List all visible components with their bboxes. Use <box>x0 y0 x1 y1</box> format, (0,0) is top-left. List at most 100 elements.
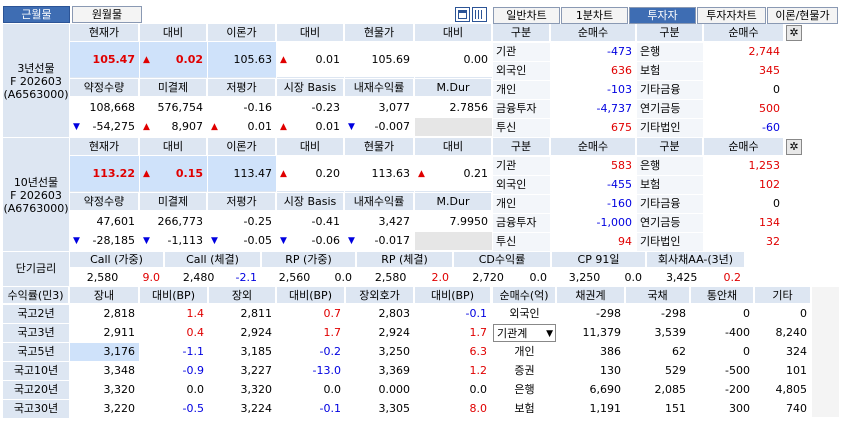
value2-4: 3,427 <box>378 215 411 228</box>
contract-label: 3년선물 F 202603 (A6563000) <box>3 24 69 137</box>
header-1: 대비 <box>140 24 207 42</box>
rate-change-4: 0.0 <box>529 271 547 284</box>
yield-value: -13.0 <box>312 364 341 377</box>
value3-4: ▼ -0.017 <box>345 232 414 250</box>
yield-value: 3,185 <box>240 345 273 358</box>
net-value: 101 <box>786 364 807 377</box>
right-tab-bar: 일반차트 1분차트 투자자 투자자차트 이론/현물가 <box>493 7 839 24</box>
inv-header-0: 구분 <box>493 138 550 156</box>
up-arrow-icon: ▲ <box>211 122 218 132</box>
short-rate-title: 단기금리 <box>3 252 69 286</box>
investor-label: 보험 <box>637 176 703 194</box>
tab-near-month[interactable]: 근월물 <box>3 6 70 23</box>
down-arrow-icon: ▼ <box>348 122 355 132</box>
investor-label[interactable]: 기관계 ▼ <box>493 324 556 342</box>
futures-3y-panel: 3년선물 F 202603 (A6563000) 현재가 105.47 약정수량 108,6… <box>3 24 492 137</box>
value-0: 113.22 <box>70 156 139 192</box>
investor-value: 1,253 <box>748 159 781 172</box>
inv-header-2: 구분 <box>637 24 703 42</box>
value3-1: ▼ -1,113 <box>140 232 207 250</box>
grid-icon[interactable] <box>472 7 487 22</box>
net-value: 324 <box>786 345 807 358</box>
header2-3: 시장 Basis <box>277 193 344 211</box>
tab-0[interactable]: 일반차트 <box>493 7 560 24</box>
investor-label: 금융투자 <box>493 100 550 118</box>
tab-3[interactable]: 투자자차트 <box>697 7 766 24</box>
value-5: ▲ 0.21 <box>415 156 492 192</box>
tab-far-month[interactable]: 원월물 <box>72 6 142 23</box>
yield-value: 3,348 <box>103 364 136 377</box>
rate-header-3: RP (체결) <box>357 252 453 268</box>
value2-0: 108,668 <box>89 101 136 114</box>
rate-header-2: RP (가중) <box>262 252 356 268</box>
yield-value: 0.0 <box>186 383 205 396</box>
value-5: 0.00 <box>415 42 492 78</box>
yield-header-2: 대비(BP) <box>140 287 208 304</box>
yield-value: 1.7 <box>469 326 488 339</box>
yield-value: 0.000 <box>378 383 411 396</box>
header-4: 현물가 <box>345 138 414 156</box>
rate-change-1: -2.1 <box>235 271 257 284</box>
value2-2: -0.16 <box>243 101 272 114</box>
contract-label1: 10년선물 <box>13 176 59 189</box>
investor-label: 외국인 <box>493 176 550 194</box>
header-5: 대비 <box>415 138 492 156</box>
net-value: 386 <box>600 345 621 358</box>
scrollbar[interactable] <box>812 287 839 417</box>
yield-value: 6.3 <box>469 345 488 358</box>
value3-1: ▲ 8,907 <box>140 118 207 136</box>
investor-label: 개인 <box>514 345 535 358</box>
yield-value: 2,811 <box>240 307 273 320</box>
investor-panel-3y: 구분 순매수 구분 순매수 ✲ 기관 -473 은행 2,744 외국인 636 보험 345 개인 -10… <box>493 24 839 137</box>
yield-value: 2,803 <box>378 307 411 320</box>
rate-change-5: 0.0 <box>624 271 643 284</box>
tab-1[interactable]: 1분차트 <box>561 7 628 24</box>
yield-value: 2,924 <box>378 326 411 339</box>
settings-icon[interactable]: ✲ <box>786 25 802 41</box>
investor-label: 보험 <box>637 62 703 80</box>
investor-value: -60 <box>762 121 780 134</box>
dropdown-arrow-icon[interactable]: ▼ <box>546 325 553 341</box>
tab-2[interactable]: 투자자 <box>629 7 696 24</box>
short-rate-panel: 단기금리 Call (가중) 2,580 9.0 Call (체결) 2,480 -2.1 R… <box>3 252 839 286</box>
up-arrow-icon: ▲ <box>143 55 150 65</box>
header2-0: 약정수량 <box>70 79 139 97</box>
bond-label: 국고5년 <box>3 343 69 361</box>
investor-label: 기타금융 <box>637 81 703 99</box>
tab-4[interactable]: 이론/현물가 <box>767 7 838 24</box>
down-arrow-icon: ▼ <box>143 236 150 246</box>
yield-value: 2,818 <box>103 307 136 320</box>
yield-value: 2,924 <box>240 326 273 339</box>
yield-value: -0.1 <box>465 307 487 320</box>
settings-icon[interactable]: ✲ <box>786 139 802 155</box>
investor-value: 32 <box>766 235 780 248</box>
value3-5 <box>415 118 492 136</box>
layout-icon[interactable] <box>455 7 470 22</box>
investor-value: 345 <box>759 64 780 77</box>
investor-value: 500 <box>759 102 780 115</box>
header-2: 이론가 <box>208 24 276 42</box>
up-arrow-icon: ▲ <box>280 55 287 65</box>
bond-label: 국고10년 <box>3 362 69 380</box>
yield-value: 3,305 <box>378 402 411 415</box>
net-value: 130 <box>600 364 621 377</box>
yield-header-4: 대비(BP) <box>277 287 345 304</box>
rate-header-4: CD수익률 <box>454 252 551 268</box>
rate-value-2: 2,560 <box>278 271 311 284</box>
investor-value: -455 <box>607 178 632 191</box>
value2-1: 576,754 <box>157 101 204 114</box>
value3-2: ▼ -0.05 <box>208 232 276 250</box>
investor-label: 개인 <box>493 195 550 213</box>
value-1: ▲ 0.15 <box>140 156 207 192</box>
rate-change-6: 0.2 <box>723 271 741 284</box>
header-3: 대비 <box>277 138 344 156</box>
net-header-1: 채권계 <box>557 287 625 304</box>
value-2: 113.47 <box>208 156 276 192</box>
rate-header-0: Call (가중) <box>70 252 164 268</box>
header2-4: 내재수익률 <box>345 193 414 211</box>
value-3: ▲ 0.20 <box>277 156 344 192</box>
rate-header-1: Call (체결) <box>165 252 261 268</box>
bond-label: 국고3년 <box>3 324 69 342</box>
net-buy-table: 순매수(억) 채권계 국채 통안채 기타 외국인 -298 -298 0 0 기관계 ▼ 11,379 3… <box>493 287 811 417</box>
value2-1: 266,773 <box>157 215 204 228</box>
